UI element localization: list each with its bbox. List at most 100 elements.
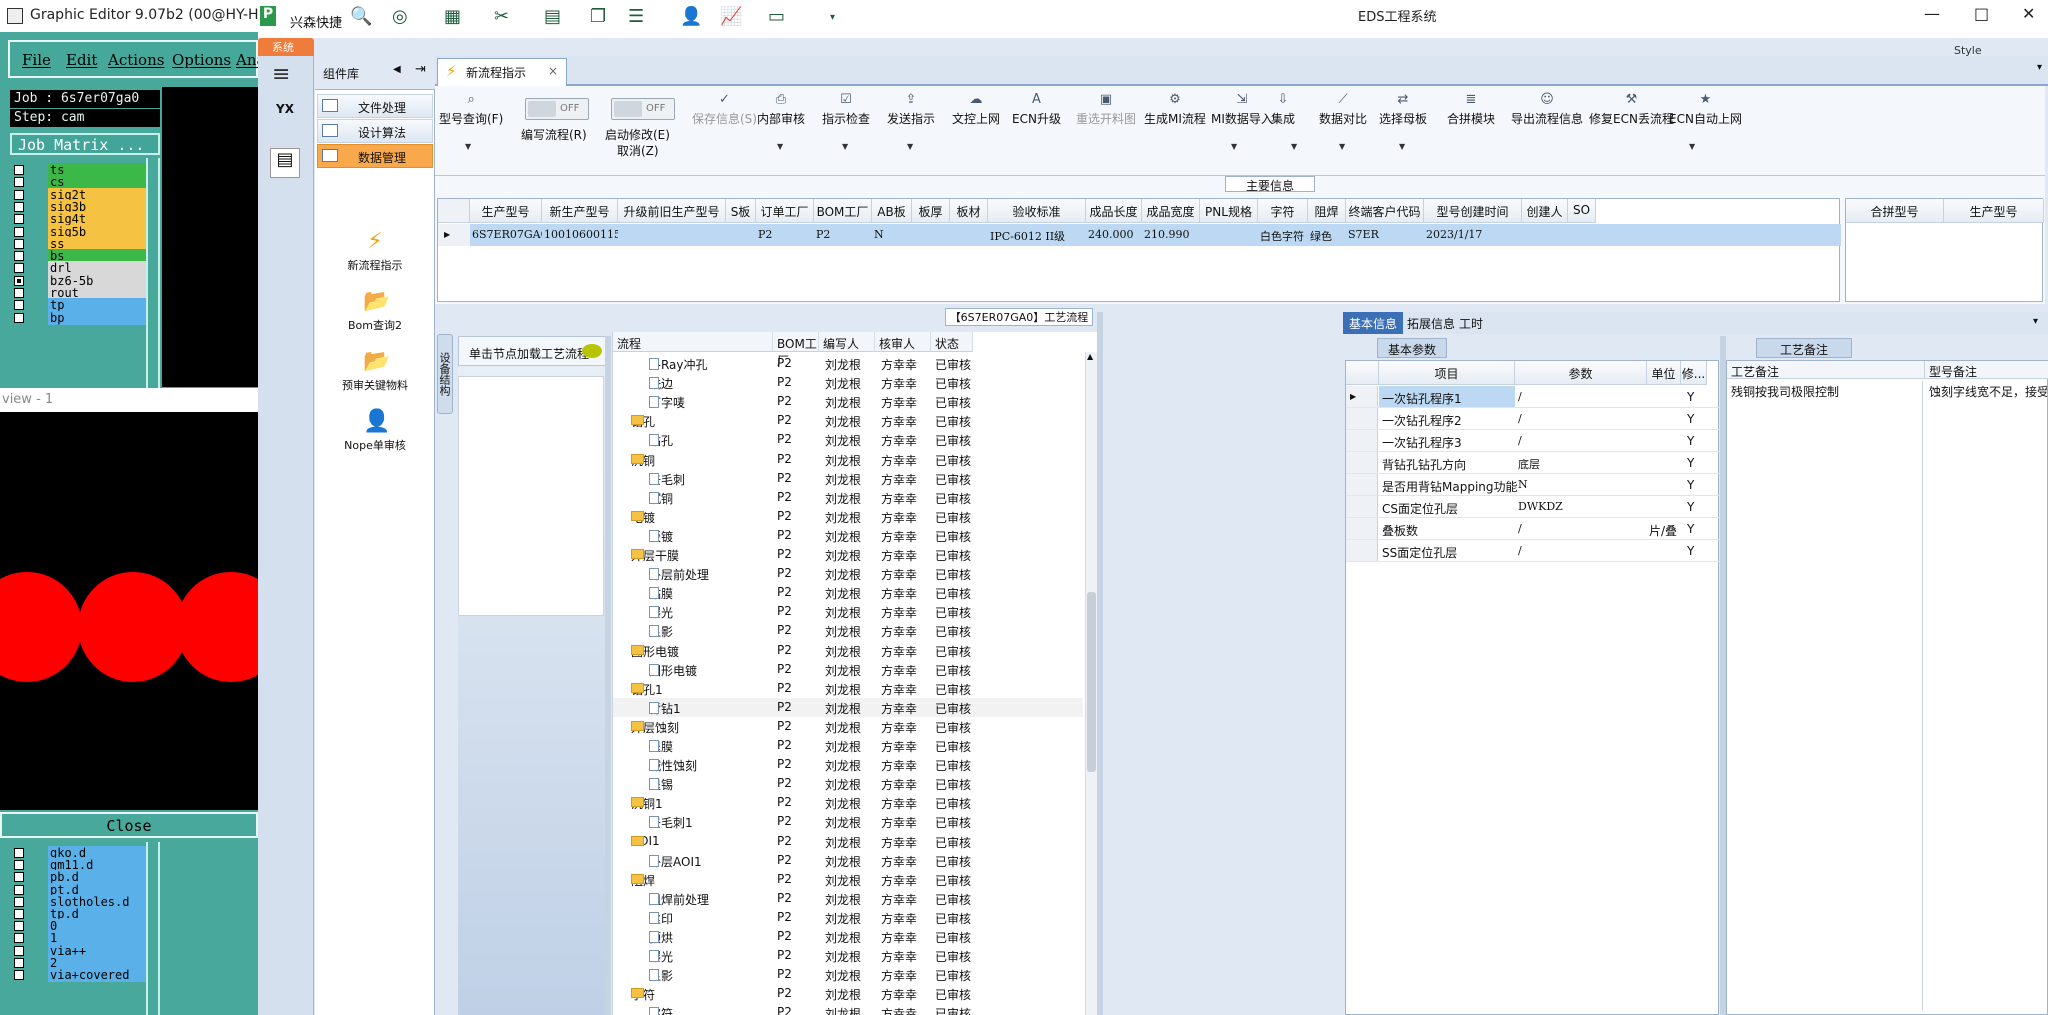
layer-checkbox[interactable] xyxy=(14,312,24,323)
tree-row[interactable]: 外层AOI1 P2 刘龙根 方幸幸 已审核 xyxy=(613,851,1083,870)
cell[interactable]: N xyxy=(872,224,912,246)
tree-row[interactable]: 曝光 P2 刘龙根 方幸幸 已审核 xyxy=(613,602,1083,621)
tree-node[interactable]: −阻焊 xyxy=(631,872,655,889)
tree-row[interactable]: −外层蚀刻 P2 刘龙根 方幸幸 已审核 xyxy=(613,717,1083,736)
param-row[interactable]: 一次钻孔程序2 / Y xyxy=(1346,408,1720,430)
window-icon[interactable]: ▭ xyxy=(768,6,785,32)
dropdown-icon[interactable]: ▼ xyxy=(1399,142,1405,151)
layer-checkbox[interactable] xyxy=(14,933,24,944)
tab-basic-info[interactable]: 基本信息 xyxy=(1343,312,1404,334)
tree-node[interactable]: 显影 xyxy=(649,967,673,984)
copy-icon[interactable]: ❐ xyxy=(590,6,606,32)
param-row[interactable]: 一次钻孔程序3 / Y xyxy=(1346,430,1720,452)
cell[interactable]: S7ER xyxy=(1346,224,1424,246)
menu-edit[interactable]: Edit xyxy=(66,51,97,69)
tree-node[interactable]: 去毛刺1 xyxy=(649,814,693,831)
column-header[interactable]: 新生产型号 xyxy=(542,199,618,223)
tree-row[interactable]: 钻孔 P2 刘龙根 方幸幸 已审核 xyxy=(613,430,1083,449)
menu-lines-icon[interactable]: ☰ xyxy=(628,6,644,32)
column-header[interactable]: 终端客户代码 xyxy=(1346,199,1424,223)
tree-row[interactable]: −沉铜 P2 刘龙根 方幸幸 已审核 xyxy=(613,450,1083,469)
tree-row[interactable]: 曝光 P2 刘龙根 方幸幸 已审核 xyxy=(613,946,1083,965)
layer-checkbox[interactable] xyxy=(14,872,24,883)
tree-row[interactable]: 显影 P2 刘龙根 方幸幸 已审核 xyxy=(613,965,1083,984)
film-icon[interactable]: ▤ xyxy=(544,6,561,32)
cell[interactable]: 210.990 xyxy=(1142,224,1200,246)
component-nav-item[interactable]: 数据管理 xyxy=(317,144,433,168)
layer-checkbox[interactable] xyxy=(14,251,24,262)
cell[interactable]: 2023/1/17 xyxy=(1424,224,1522,246)
graphic-canvas-top[interactable] xyxy=(162,87,258,387)
layer-checkbox[interactable] xyxy=(14,238,24,249)
dropdown-icon[interactable]: ▼ xyxy=(1689,142,1695,151)
toolbar-button[interactable]: ☑ 指示检查 xyxy=(822,92,870,127)
tree-node[interactable]: 钻孔 xyxy=(649,432,673,449)
layer-checkbox[interactable] xyxy=(14,921,24,932)
table-icon[interactable]: ▦ xyxy=(444,6,461,32)
component-nav-item[interactable]: 文件处理 xyxy=(317,94,433,118)
tree-row[interactable]: −沉铜1 P2 刘龙根 方幸幸 已审核 xyxy=(613,793,1083,812)
tree-row[interactable]: 板镀 P2 刘龙根 方幸幸 已审核 xyxy=(613,526,1083,545)
arrow-left-icon[interactable]: ◀ xyxy=(393,64,401,75)
param-row[interactable]: SS面定位孔层 / Y xyxy=(1346,540,1720,562)
column-header[interactable]: 升级前旧生产型号 xyxy=(618,199,726,223)
component-item[interactable]: 📂 预审关键物料 xyxy=(315,350,435,393)
tree-row[interactable]: −AOI1 P2 刘龙根 方幸幸 已审核 xyxy=(613,832,1083,851)
cell[interactable]: 240.000 xyxy=(1086,224,1142,246)
column-header[interactable]: 订单工厂 xyxy=(756,199,814,223)
tree-row[interactable]: 预烘 P2 刘龙根 方幸幸 已审核 xyxy=(613,927,1083,946)
cell[interactable]: 绿色 xyxy=(1308,224,1346,246)
tree-node[interactable]: 碱性蚀刻 xyxy=(649,757,697,774)
tree-row[interactable]: 去毛刺1 P2 刘龙根 方幸幸 已审核 xyxy=(613,812,1083,831)
toolbar-button[interactable]: A ECN升级 xyxy=(1012,92,1061,127)
tree-row[interactable]: −钻孔 P2 刘龙根 方幸幸 已审核 xyxy=(613,411,1083,430)
param-value[interactable]: / xyxy=(1518,544,1522,557)
tree-row[interactable]: −钻孔1 P2 刘龙根 方幸幸 已审核 xyxy=(613,679,1083,698)
tree-node[interactable]: 图形电镀 xyxy=(649,662,697,679)
toolbar-button[interactable]: ⇪ 发送指示 xyxy=(887,92,935,127)
param-row[interactable]: 背钻孔钻孔方向 底层 Y xyxy=(1346,452,1720,474)
param-row[interactable]: 是否用背钻Mapping功能 N Y xyxy=(1346,474,1720,496)
customize-dropdown-icon[interactable]: ▾ xyxy=(830,12,835,38)
layer-checkbox[interactable] xyxy=(14,909,24,919)
layer-checkbox[interactable] xyxy=(14,226,24,237)
menu-options[interactable]: Options xyxy=(172,51,231,69)
tab-dropdown-icon[interactable]: ▾ xyxy=(2037,62,2042,73)
dropdown-icon[interactable]: ▼ xyxy=(1339,142,1345,151)
tree-node[interactable]: 退锡 xyxy=(649,776,673,793)
pin-icon[interactable]: ⇥ xyxy=(415,62,426,77)
column-header[interactable]: 板材 xyxy=(950,199,988,223)
tree-node[interactable]: 去毛刺 xyxy=(649,471,685,488)
job-matrix-button[interactable]: Job Matrix ... xyxy=(10,133,160,155)
menu-file[interactable]: File xyxy=(22,51,51,69)
param-row[interactable]: ▶ 一次钻孔程序1 / Y xyxy=(1346,386,1720,408)
tree-row[interactable]: 图形电镀 P2 刘龙根 方幸幸 已审核 xyxy=(613,660,1083,679)
cell[interactable]: 10010600115686 xyxy=(542,224,642,246)
tree-row[interactable]: 去毛刺 P2 刘龙根 方幸幸 已审核 xyxy=(613,469,1083,488)
scissors-icon[interactable]: ✂ xyxy=(494,6,509,32)
layer-checkbox[interactable] xyxy=(14,945,24,956)
node-list[interactable] xyxy=(458,376,604,616)
user-icon[interactable]: 👤 xyxy=(680,6,702,32)
tree-row[interactable]: 贴膜 P2 刘龙根 方幸幸 已审核 xyxy=(613,583,1083,602)
component-item[interactable]: ⚡ 新流程指示 xyxy=(315,230,435,273)
tree-row[interactable]: 退膜 P2 刘龙根 方幸幸 已审核 xyxy=(613,736,1083,755)
param-value[interactable]: N xyxy=(1518,478,1528,491)
tree-row[interactable]: 字符 P2 刘龙根 方幸幸 已审核 xyxy=(613,1003,1083,1015)
cell[interactable] xyxy=(618,224,726,246)
chart-icon[interactable]: 📈 xyxy=(720,6,742,32)
tree-row[interactable]: 外层前处理 P2 刘龙根 方幸幸 已审核 xyxy=(613,564,1083,583)
column-header[interactable]: 成品长度 xyxy=(1086,199,1142,223)
tree-node[interactable]: 丝印 xyxy=(649,910,673,927)
toolbar-button[interactable]: ≣ 合拼模块 xyxy=(1447,92,1495,127)
tree-node[interactable]: 板镀 xyxy=(649,528,673,545)
tree-node[interactable]: −电镀 xyxy=(631,509,655,526)
component-nav-item[interactable]: 设计算法 xyxy=(317,119,433,143)
tree-row[interactable]: 显影 P2 刘龙根 方幸幸 已审核 xyxy=(613,621,1083,640)
cell[interactable]: 6S7ER07GA0 xyxy=(470,224,548,246)
layer-list-bottom-scrollbar[interactable] xyxy=(146,842,160,1015)
column-header[interactable]: 字符 xyxy=(1258,199,1308,223)
tree-row[interactable]: −电镀 P2 刘龙根 方幸幸 已审核 xyxy=(613,507,1083,526)
tree-node[interactable]: 退膜 xyxy=(649,738,673,755)
toolbar-button[interactable]: ☺ 导出流程信息 xyxy=(1511,92,1583,127)
